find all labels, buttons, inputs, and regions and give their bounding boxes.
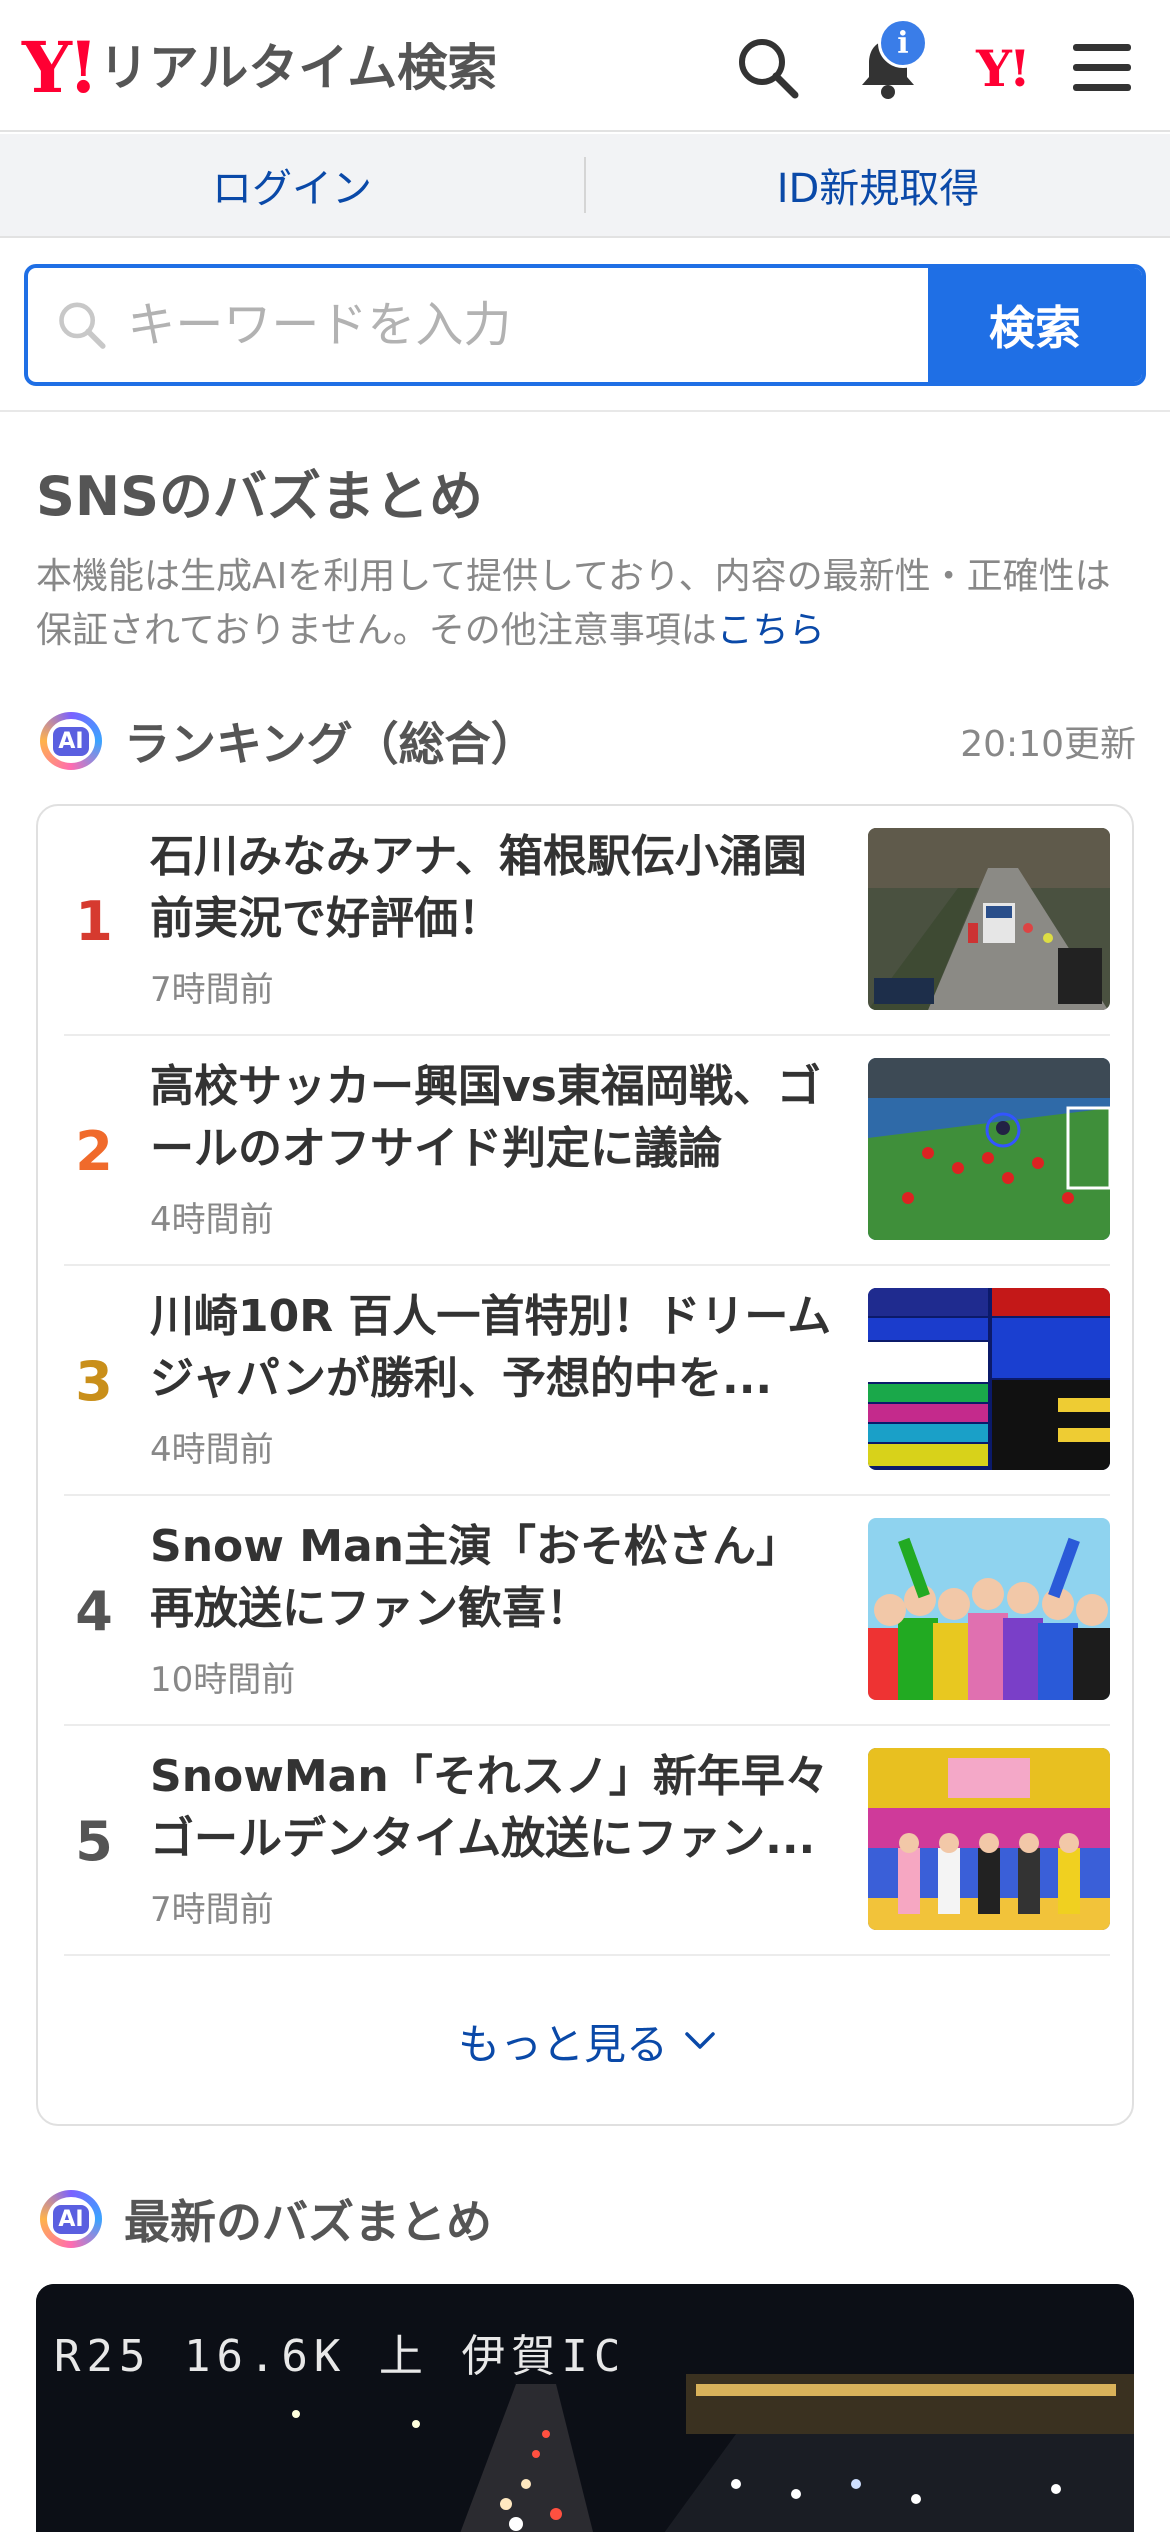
divider [0,410,1170,412]
time-ago: 7時間前 [150,1890,274,1930]
headline[interactable]: 石川みなみアナ、箱根駅伝小涌園前実況で好評価！ [150,826,840,950]
traffic-camera-image[interactable]: R25 16.6K 上 伊賀IC [36,2284,1134,2532]
ranking-item-1[interactable]: 1 石川みなみアナ、箱根駅伝小涌園前実況で好評価！ 7時間前 [64,806,1110,1036]
updated-time: 20:10更新 [960,724,1136,765]
hamburger-menu-icon[interactable] [1062,28,1142,108]
section-title: SNSのバズまとめ [36,465,483,528]
group-photo-icon[interactable] [868,1518,1110,1700]
latest-header: AI 最新のバズまとめ [40,2186,492,2252]
login-link[interactable]: ログイン [0,156,584,214]
show-more-button[interactable]: もっと見る [38,1996,1136,2086]
logo[interactable]: Y! リアルタイム検索 [22,28,497,108]
headline[interactable]: 川崎10R 百人一首特別！ドリームジャパンが勝利、予想的中を... [150,1286,840,1410]
headline[interactable]: SnowMan「それスノ」新年早々ゴールデンタイム放送にファン... [150,1746,840,1870]
yahoo-logo-mark: Y! [22,26,99,109]
search-bar: 検索 [24,264,1146,386]
ai-badge-text: AI [53,726,89,756]
headline[interactable]: 高校サッカー興国vs東福岡戦、ゴールのオフサイド判定に議論 [150,1056,840,1180]
ai-icon: AI [40,712,102,770]
show-more-label: もっと見る [457,2019,668,2069]
ai-icon: AI [40,2190,102,2248]
time-ago: 4時間前 [150,1430,274,1470]
time-ago: 10時間前 [150,1660,296,1700]
register-link[interactable]: ID新規取得 [586,156,1170,214]
bell-icon[interactable]: i [848,18,928,108]
app-header: Y! リアルタイム検索 i Y! [0,0,1170,132]
rank-number: 1 [75,889,113,953]
search-input[interactable] [127,297,928,353]
time-ago: 4時間前 [150,1200,274,1240]
soccer-icon[interactable] [868,1058,1110,1240]
camera-caption: R25 16.6K 上 伊賀IC [54,2331,627,2382]
ranking-item-4[interactable]: 4 Snow Man主演「おそ松さん」再放送にファン歓喜！ 10時間前 [64,1496,1110,1726]
yj-mark: Y! [976,38,1031,98]
ai-badge-text: AI [53,2204,89,2234]
logo-title: リアルタイム検索 [98,39,498,97]
ai-notice-text: 本機能は生成AIを利用して提供しており、内容の最新性・正確性は保証されておりませ… [36,556,1111,651]
ranking-item-5[interactable]: 5 SnowMan「それスノ」新年早々ゴールデンタイム放送にファン... 7時間… [64,1726,1110,1956]
search-icon[interactable] [728,28,808,108]
latest-label: 最新のバズまとめ [124,2195,492,2249]
search-field [28,268,928,382]
notice-link[interactable]: こちら [717,610,825,651]
search-button[interactable]: 検索 [928,268,1142,382]
ranking-label: ランキング（総合） [124,717,537,771]
yahoo-japan-icon[interactable]: Y! [962,28,1042,108]
chevron-down-icon [685,2032,715,2049]
rank-number: 5 [75,1809,113,1873]
ranking-item-2[interactable]: 2 高校サッカー興国vs東福岡戦、ゴールのオフサイド判定に議論 4時間前 [64,1036,1110,1266]
ranking-card: 1 石川みなみアナ、箱根駅伝小涌園前実況で好評価！ 7時間前 2 高校サッカー興… [36,804,1134,2126]
ranking-item-3[interactable]: 3 川崎10R 百人一首特別！ドリームジャパンが勝利、予想的中を... 4時間前 [64,1266,1110,1496]
tv-studio-icon[interactable] [868,1748,1110,1930]
rank-number: 4 [75,1579,113,1643]
ranking-header: AI ランキング（総合） 20:10更新 [40,708,1136,774]
search-field-icon [59,302,106,349]
rank-number: 2 [75,1119,113,1183]
account-bar: ログイン ID新規取得 [0,134,1170,238]
headline[interactable]: Snow Man主演「おそ松さん」再放送にファン歓喜！ [150,1516,840,1640]
odds-board-icon[interactable] [868,1288,1110,1470]
ai-notice: 本機能は生成AIを利用して提供しており、内容の最新性・正確性は保証されておりませ… [36,550,1146,658]
rank-number: 3 [75,1349,113,1413]
road-race-icon[interactable] [868,828,1110,1010]
time-ago: 7時間前 [150,970,274,1010]
notification-badge: i [878,18,928,68]
